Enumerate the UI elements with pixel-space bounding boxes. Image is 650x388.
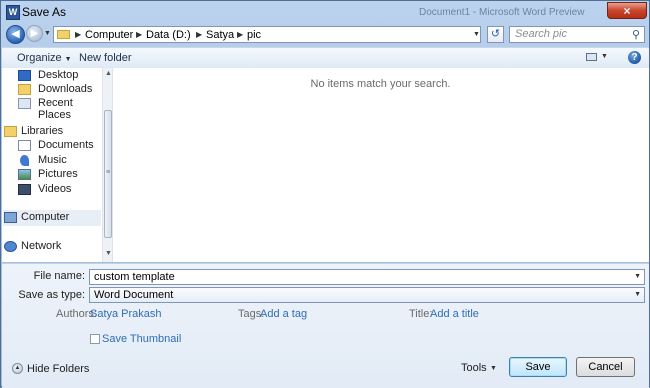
scrollbar-thumb[interactable]: ≡ xyxy=(104,110,112,238)
downloads-icon xyxy=(18,84,31,95)
nav-item-label: Recent Places xyxy=(38,97,73,121)
recent-pages-dropdown-icon[interactable]: ▼ xyxy=(44,30,51,37)
nav-item-videos[interactable]: Videos xyxy=(16,182,106,198)
title-bar: W Save As Document1 - Microsoft Word Pre… xyxy=(1,1,649,23)
save-as-dialog: W Save As Document1 - Microsoft Word Pre… xyxy=(0,0,650,388)
nav-item-network[interactable]: Network xyxy=(3,239,93,255)
breadcrumb-satya[interactable]: Satya xyxy=(206,29,234,41)
organize-label: Organize xyxy=(17,52,62,64)
nav-item-label: Downloads xyxy=(38,83,93,95)
music-icon xyxy=(20,155,29,166)
search-placeholder: Search pic xyxy=(515,28,567,40)
search-icon[interactable]: ⚲ xyxy=(632,28,640,41)
breadcrumb-separator-icon[interactable]: ▶ xyxy=(237,30,243,39)
folder-icon xyxy=(57,30,70,39)
nav-item-label: Pictures xyxy=(38,168,78,180)
documents-icon xyxy=(18,140,31,151)
scroll-up-arrow-icon[interactable]: ▲ xyxy=(105,70,112,77)
recent-places-icon xyxy=(18,98,31,109)
nav-item-label: Computer xyxy=(21,211,70,223)
command-bar: Organize ▼ New folder ▼ ? xyxy=(2,47,649,69)
chevron-down-icon: ▼ xyxy=(634,291,641,298)
title-value[interactable]: Add a title xyxy=(430,308,479,320)
chevron-down-icon: ▼ xyxy=(64,56,72,63)
save-type-value: Word Document xyxy=(94,289,174,301)
nav-item-label: Music xyxy=(38,154,67,166)
background-window-title: Document1 - Microsoft Word Preview xyxy=(419,7,585,18)
help-icon[interactable]: ? xyxy=(628,51,641,64)
change-view-icon[interactable] xyxy=(586,53,597,61)
tags-value[interactable]: Add a tag xyxy=(260,308,307,320)
window-title: Save As xyxy=(22,5,67,19)
breadcrumb-separator-icon[interactable]: ▶ xyxy=(196,30,202,39)
file-name-value: custom template xyxy=(94,271,175,283)
save-thumbnail-label[interactable]: Save Thumbnail xyxy=(102,333,181,345)
search-input[interactable]: Search pic ⚲ xyxy=(509,26,645,43)
navigation-pane: Desktop Downloads Recent Places Librarie… xyxy=(2,68,113,262)
hide-folders-label: Hide Folders xyxy=(27,363,90,375)
nav-item-label: Documents xyxy=(38,139,94,151)
content-area: Desktop Downloads Recent Places Librarie… xyxy=(2,68,649,262)
chevron-down-icon[interactable]: ▼ xyxy=(634,273,641,280)
grip-icon: ≡ xyxy=(106,169,111,176)
navigation-scrollbar[interactable]: ▲ ≡ ▼ xyxy=(102,68,112,262)
videos-icon xyxy=(18,184,31,195)
save-options-panel: File name: custom template ▼ Save as typ… xyxy=(2,263,649,388)
file-name-field[interactable]: custom template ▼ xyxy=(89,269,645,285)
computer-icon xyxy=(4,212,17,223)
save-button[interactable]: Save xyxy=(509,357,567,377)
nav-item-recent-places[interactable]: Recent Places xyxy=(16,96,106,121)
save-type-label: Save as type: xyxy=(18,289,85,301)
address-row: ◀ ▶ ▼ ▶ Computer ▶ Data (D:) ▶ Satya ▶ p… xyxy=(1,23,649,45)
libraries-icon xyxy=(4,126,17,137)
chevron-down-icon[interactable]: ▼ xyxy=(490,365,497,372)
word-app-icon: W xyxy=(6,5,20,20)
breadcrumb-data-drive[interactable]: Data (D:) xyxy=(146,29,191,41)
forward-button[interactable]: ▶ xyxy=(26,25,43,42)
network-icon xyxy=(4,241,17,252)
nav-item-computer[interactable]: Computer xyxy=(3,210,101,226)
nav-item-documents[interactable]: Documents xyxy=(16,138,106,154)
breadcrumb-pic[interactable]: pic xyxy=(247,29,261,41)
address-history-dropdown-icon[interactable]: ▼ xyxy=(473,31,480,38)
view-options-dropdown-icon[interactable]: ▼ xyxy=(601,53,608,60)
desktop-icon xyxy=(18,70,31,81)
scroll-down-arrow-icon[interactable]: ▼ xyxy=(105,250,112,257)
tools-button[interactable]: Tools xyxy=(461,362,487,374)
breadcrumb-separator-icon[interactable]: ▶ xyxy=(75,30,81,39)
breadcrumb-computer[interactable]: Computer xyxy=(85,29,133,41)
authors-value[interactable]: Satya Prakash xyxy=(90,308,162,320)
nav-item-label: Videos xyxy=(38,183,72,195)
address-bar[interactable]: ▶ Computer ▶ Data (D:) ▶ Satya ▶ pic ▼ xyxy=(53,26,481,43)
pictures-icon xyxy=(18,169,31,180)
cancel-button[interactable]: Cancel xyxy=(576,357,635,377)
breadcrumb-separator-icon[interactable]: ▶ xyxy=(136,30,142,39)
file-name-label: File name: xyxy=(33,270,85,282)
refresh-button[interactable]: ↺ xyxy=(487,26,504,43)
new-folder-button[interactable]: New folder xyxy=(79,52,132,64)
nav-item-label: Libraries xyxy=(21,125,64,137)
save-type-select[interactable]: Word Document ▼ xyxy=(89,287,645,303)
close-button[interactable]: × xyxy=(607,2,647,19)
save-thumbnail-checkbox[interactable] xyxy=(90,334,100,344)
back-button[interactable]: ◀ xyxy=(6,25,25,44)
nav-item-label: Desktop xyxy=(38,69,79,81)
title-label: Title: xyxy=(409,308,433,320)
organize-button[interactable]: Organize ▼ xyxy=(17,52,72,64)
nav-item-label: Network xyxy=(21,240,62,252)
empty-folder-message: No items match your search. xyxy=(310,78,451,90)
chevron-up-icon: ▲ xyxy=(12,363,23,374)
nav-item-pictures[interactable]: Pictures xyxy=(16,167,106,183)
